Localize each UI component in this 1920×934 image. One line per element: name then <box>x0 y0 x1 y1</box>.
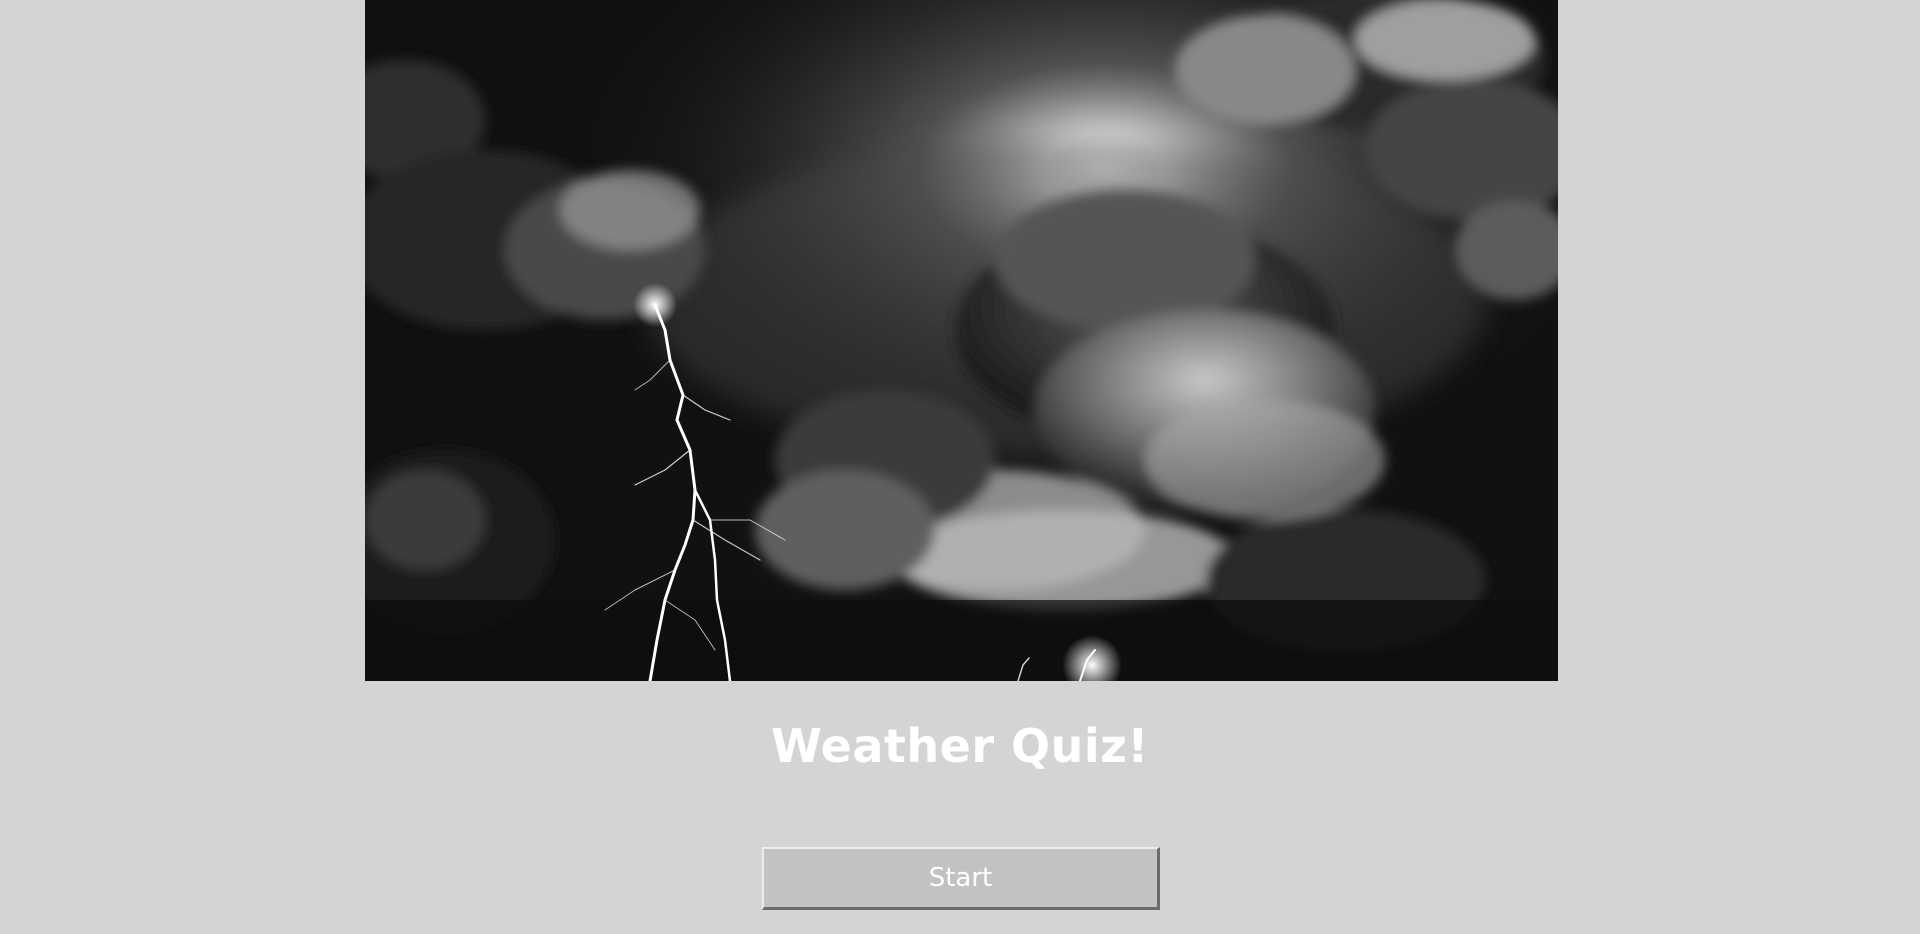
page: Weather Quiz! Start <box>0 0 1920 934</box>
quiz-title: Weather Quiz! <box>771 719 1149 773</box>
storm-clouds-lightning-image <box>365 0 1558 681</box>
start-button[interactable]: Start <box>762 847 1160 910</box>
hero-image <box>365 0 1558 681</box>
